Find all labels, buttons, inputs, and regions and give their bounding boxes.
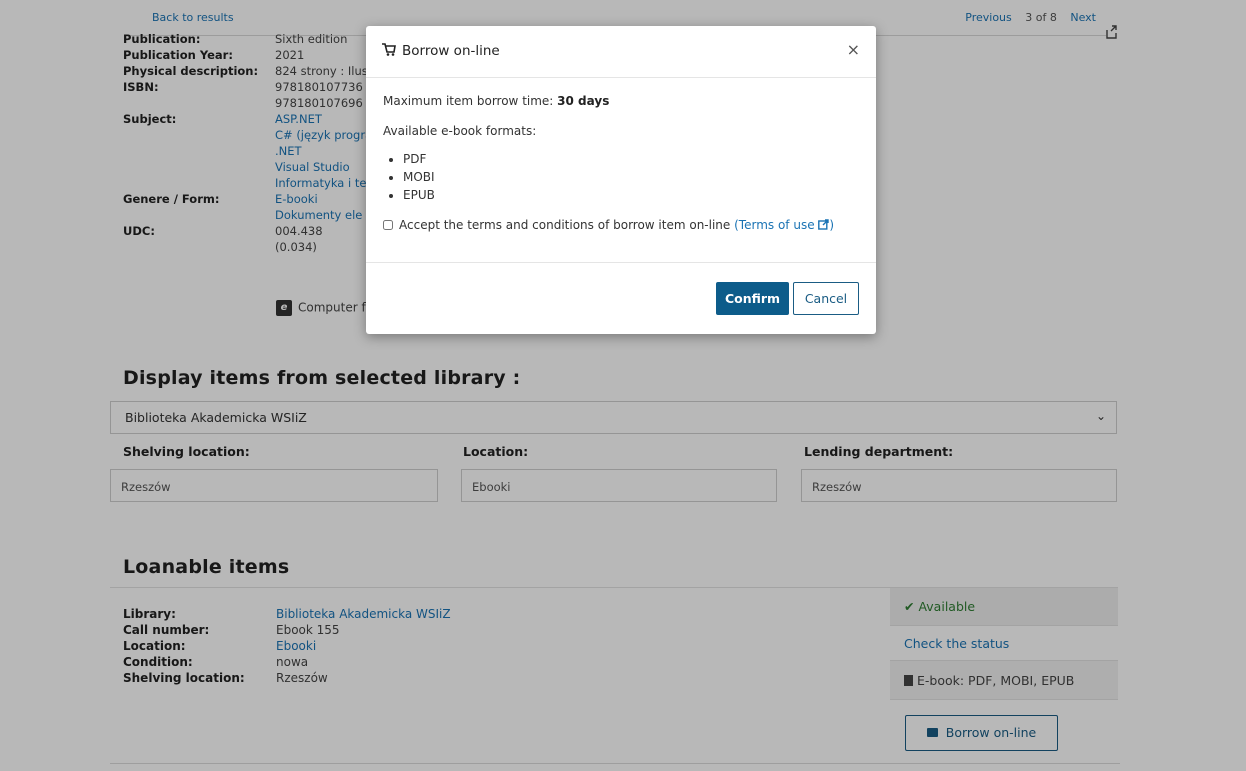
format-item: MOBI <box>403 168 435 186</box>
terms-of-use-link[interactable]: (Terms of use ) <box>734 218 834 232</box>
borrow-online-dialog: Borrow on-line × Maximum item borrow tim… <box>366 26 876 334</box>
terms-row: Accept the terms and conditions of borro… <box>383 218 834 232</box>
external-link-icon <box>818 219 830 230</box>
accept-terms-checkbox[interactable] <box>383 220 393 230</box>
formats-list: PDF MOBI EPUB <box>383 150 435 204</box>
formats-label: Available e-book formats: <box>383 124 537 138</box>
confirm-button[interactable]: Confirm <box>716 282 789 315</box>
cart-icon <box>382 43 396 56</box>
close-icon[interactable]: × <box>847 40 860 59</box>
max-borrow-time-value: 30 days <box>557 94 610 108</box>
terms-of-use-close[interactable]: ) <box>829 218 834 232</box>
dialog-header: Borrow on-line × <box>366 26 876 78</box>
format-item: PDF <box>403 150 435 168</box>
cancel-button[interactable]: Cancel <box>793 282 859 315</box>
terms-of-use-text[interactable]: (Terms of use <box>734 218 814 232</box>
dialog-title-text: Borrow on-line <box>402 43 500 59</box>
accept-terms-label[interactable]: Accept the terms and conditions of borro… <box>399 218 730 232</box>
max-borrow-time-label: Maximum item borrow time: <box>383 94 554 108</box>
dialog-title: Borrow on-line <box>382 43 500 59</box>
dialog-footer: Confirm Cancel <box>366 262 876 334</box>
format-item: EPUB <box>403 186 435 204</box>
max-borrow-time: Maximum item borrow time: 30 days <box>383 94 609 108</box>
